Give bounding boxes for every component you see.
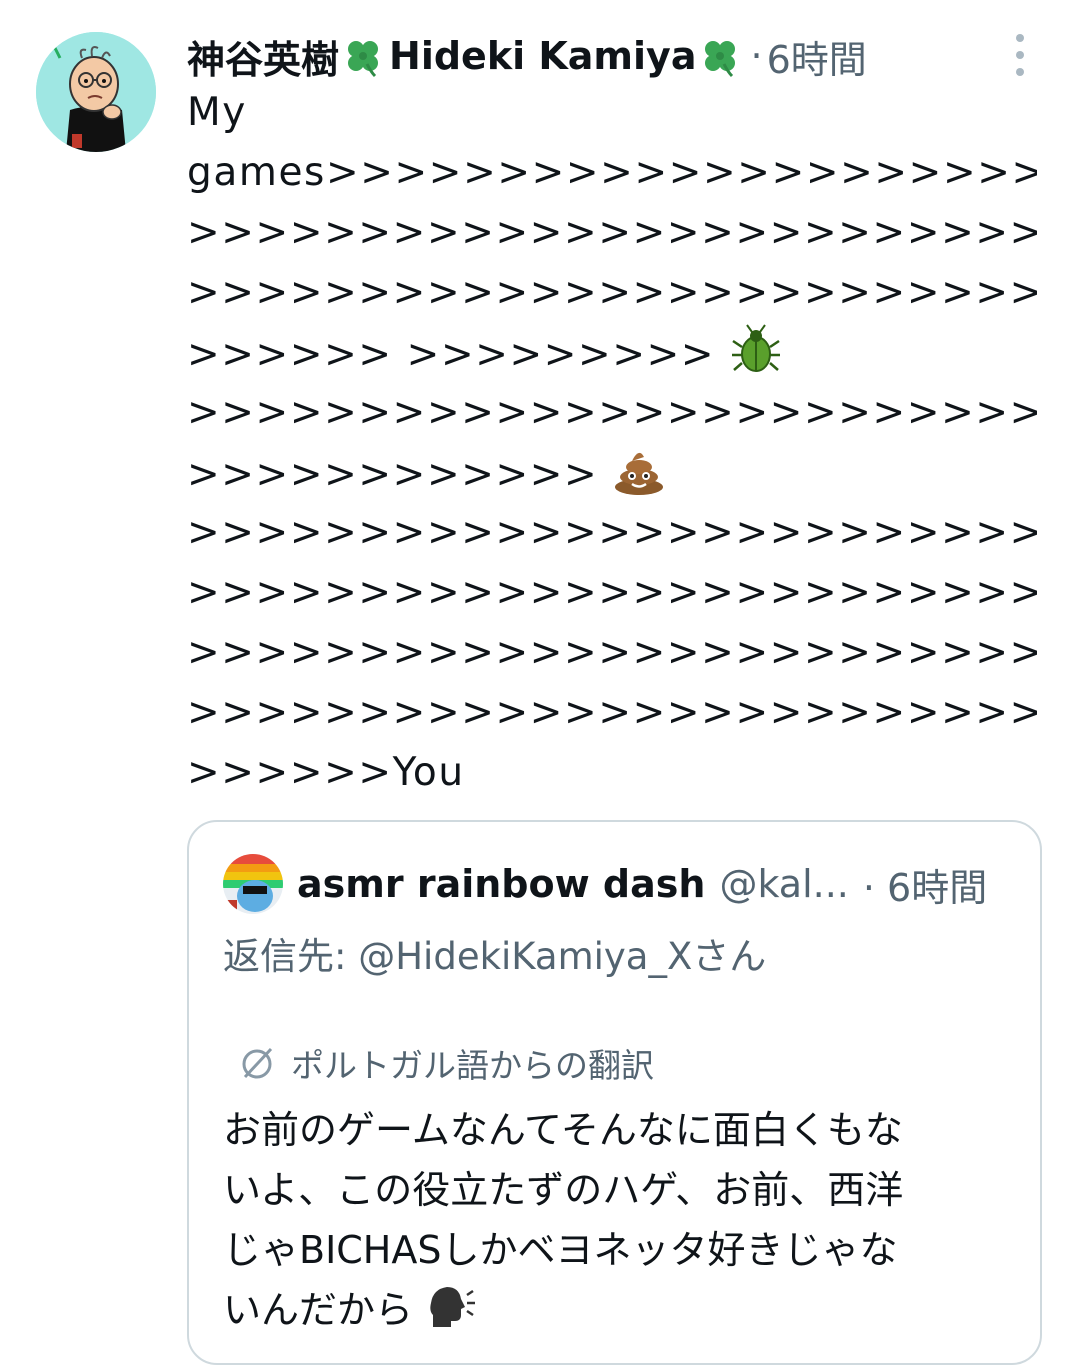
- quoted-tweet-line: お前のゲームなんてそんなに面白くもな: [223, 1108, 903, 1152]
- tweet-line: >>>>>>>>>>>>>>>>>>>>>>>>>>>>>>>>: [187, 630, 1037, 675]
- tweet-timestamp[interactable]: 6時間: [767, 29, 867, 84]
- tweet-line: >>>>>>>>>>>>>>>>>>>>>>>>>>>>>>>>: [187, 270, 1037, 315]
- four-leaf-clover-icon: [348, 41, 379, 78]
- beetle-icon: [732, 324, 781, 372]
- tweet-line: My: [187, 90, 247, 135]
- four-leaf-clover-icon: [705, 41, 736, 78]
- quoted-tweet-card[interactable]: asmr rainbow dash @kal... · 6時間 返信先: @Hi…: [187, 820, 1042, 1365]
- tweet-line: >>>>>>>>>>>>>>>>>>>>>>>>>>>>>>>>: [187, 510, 1037, 555]
- quoted-tweet-text: お前のゲームなんてそんなに面白くもな いよ、この役立たずのハゲ、お前、西洋 じゃ…: [223, 1100, 1013, 1340]
- tweet-text: My games>>>>>>>>>>>>>>>>>>>>> >>>>> >>>>>…: [187, 83, 1037, 803]
- author-avatar[interactable]: [36, 32, 156, 152]
- pile-of-poo-icon: [615, 452, 664, 495]
- quoted-author-name[interactable]: asmr rainbow dash: [297, 862, 705, 906]
- speaking-head-icon: [430, 1287, 476, 1327]
- tweet-line: >>>>>>>>>>>>: [187, 443, 1037, 503]
- quoted-author-avatar[interactable]: [223, 854, 283, 914]
- separator-dot: ·: [750, 34, 763, 78]
- avatar-illustration: [36, 32, 156, 152]
- quoted-tweet-header: asmr rainbow dash @kal... · 6時間: [297, 854, 987, 914]
- more-options-icon[interactable]: [1006, 34, 1034, 76]
- quoted-tweet-line: じゃBICHASしかベヨネッタ好きじゃな: [223, 1228, 898, 1272]
- author-name-en[interactable]: Hideki Kamiya: [389, 34, 696, 78]
- tweet-line: >>>>>>>>>>>>>>>>>>>>>>>>>>>>>>>>: [187, 390, 1037, 435]
- tweet-line: >>>>>>>>>>>>>>>>>>>>>>>>>>>>>>>>: [187, 570, 1037, 615]
- author-name[interactable]: 神谷英樹: [187, 29, 339, 84]
- tweet-line: >>>>>> >>>>>>>>>: [187, 323, 1037, 383]
- quoted-author-handle[interactable]: @kal...: [719, 862, 848, 906]
- quoted-tweet-line: いんだから: [223, 1280, 1013, 1340]
- tweet-line: >>>>>>>>>>>>>>>>>>>>>>>>>>>: [187, 210, 1037, 255]
- translation-label: ポルトガル語からの翻訳: [291, 1046, 654, 1085]
- avatar-illustration: [223, 854, 283, 914]
- tweet-line: games>>>>>>>>>>>>>>>>>>>>>>>>>>: [187, 150, 1037, 195]
- tweet-line: >>>>>>>>>>>>>>>>>>>>>>>>>>>>>>>>: [187, 690, 1037, 735]
- dot: [1016, 68, 1024, 76]
- dot: [1016, 34, 1024, 42]
- dot: [1016, 51, 1024, 59]
- translate-icon: [242, 1047, 273, 1079]
- tweet-header: 神谷英樹 Hideki Kamiya · 6時間: [187, 28, 867, 84]
- quoted-tweet-line: いよ、この役立たずのハゲ、お前、西洋: [223, 1168, 904, 1212]
- tweet-line: >>>>>>You: [187, 750, 465, 795]
- reply-to-text: 返信先: @HidekiKamiya_Xさん: [223, 935, 767, 978]
- translation-indicator: ポルトガル語からの翻訳: [237, 1040, 654, 1086]
- quoted-tweet-timestamp[interactable]: · 6時間: [863, 857, 987, 912]
